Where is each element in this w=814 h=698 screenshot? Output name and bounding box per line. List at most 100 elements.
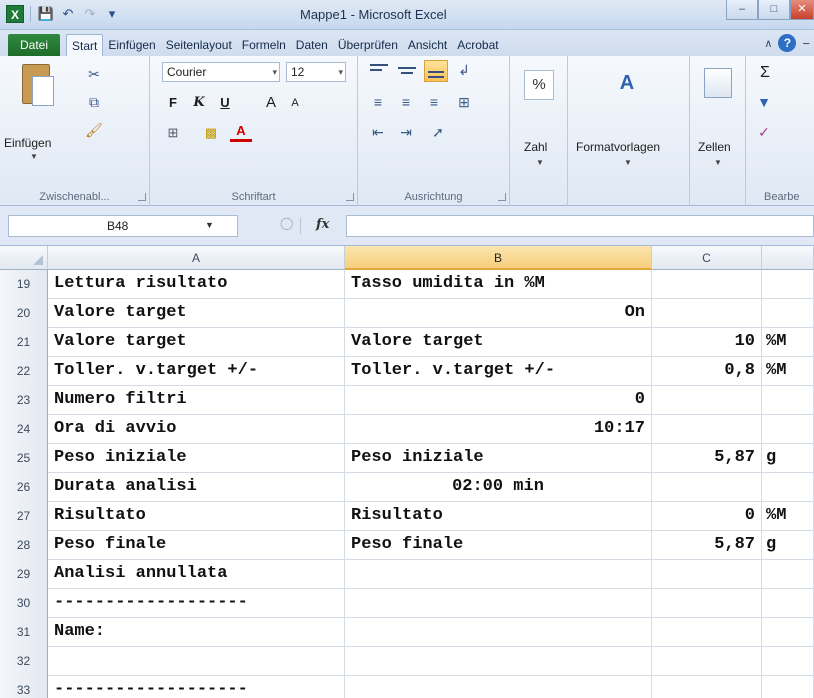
cells-dropdown-icon[interactable]: ▼: [714, 158, 722, 167]
insert-function-button[interactable]: fx: [316, 217, 329, 232]
cell-b[interactable]: Toller. v.target +/-: [345, 357, 652, 385]
row-header[interactable]: 20: [0, 299, 48, 328]
tab-7[interactable]: Ansicht: [403, 34, 452, 56]
wrap-text-icon[interactable]: ↲: [454, 60, 474, 80]
cell-c[interactable]: 5,87: [652, 444, 762, 472]
fill-icon[interactable]: ▼: [754, 92, 774, 112]
cells-group[interactable]: Zellen ▼: [690, 56, 746, 206]
cell-b[interactable]: 0: [345, 386, 652, 414]
row-header[interactable]: 27: [0, 502, 48, 531]
font-size-dropdown-icon[interactable]: ▾: [338, 63, 343, 81]
cell-c[interactable]: [652, 415, 762, 443]
format-painter-icon[interactable]: 🖌: [84, 120, 104, 140]
copy-icon[interactable]: ⧉: [84, 92, 104, 112]
cell-d[interactable]: [762, 270, 814, 298]
cell-b[interactable]: Valore target: [345, 328, 652, 356]
help-icon[interactable]: ?: [778, 34, 797, 52]
italic-button[interactable]: K: [188, 92, 210, 114]
alignment-launcher-icon[interactable]: [498, 193, 506, 201]
autosum-button[interactable]: Σ: [754, 62, 776, 84]
orientation-icon[interactable]: ➚: [428, 122, 448, 142]
borders-icon[interactable]: ⊞: [162, 122, 184, 144]
cell-c[interactable]: [652, 647, 762, 675]
styles-button[interactable]: Formatvorlagen: [576, 140, 660, 154]
row-header[interactable]: 21: [0, 328, 48, 357]
paste-dropdown-icon[interactable]: ▼: [30, 152, 38, 161]
cell-b[interactable]: [345, 589, 652, 617]
font-size-combo[interactable]: 12 ▾: [286, 62, 346, 82]
cell-c[interactable]: [652, 473, 762, 501]
name-box-dropdown-icon[interactable]: ▼: [205, 220, 214, 230]
customize-qat-icon[interactable]: ▾: [103, 5, 121, 23]
tab-3[interactable]: Seitenlayout: [161, 34, 237, 56]
align-center-icon[interactable]: ≡: [396, 92, 416, 112]
align-right-icon[interactable]: ≡: [424, 92, 444, 112]
tab-8[interactable]: Acrobat: [452, 34, 503, 56]
cell-b[interactable]: Peso iniziale: [345, 444, 652, 472]
cell-b[interactable]: Peso finale: [345, 531, 652, 559]
cell-a[interactable]: Valore target: [48, 299, 345, 327]
cell-b[interactable]: Tasso umidita in %M: [345, 270, 652, 298]
font-name-dropdown-icon[interactable]: ▾: [272, 63, 277, 81]
minimize-button[interactable]: –: [726, 0, 758, 20]
cell-a[interactable]: Lettura risultato: [48, 270, 345, 298]
window-minimize-icon[interactable]: −: [802, 36, 810, 51]
cell-b[interactable]: [345, 647, 652, 675]
column-header-1[interactable]: A: [48, 246, 345, 270]
align-bottom-button[interactable]: [424, 60, 448, 82]
cell-c[interactable]: 5,87: [652, 531, 762, 559]
row-header[interactable]: 32: [0, 647, 48, 676]
decrease-indent-icon[interactable]: ⇤: [368, 122, 388, 142]
cell-c[interactable]: [652, 676, 762, 698]
cut-icon[interactable]: ✂: [84, 64, 104, 84]
cell-d[interactable]: [762, 676, 814, 698]
tab-6[interactable]: Überprüfen: [333, 34, 403, 56]
cell-c[interactable]: [652, 618, 762, 646]
row-header[interactable]: 29: [0, 560, 48, 589]
tab-2[interactable]: Einfügen: [103, 34, 160, 56]
cell-d[interactable]: %M: [762, 357, 814, 385]
formula-input[interactable]: [346, 215, 814, 237]
row-header[interactable]: 28: [0, 531, 48, 560]
cell-a[interactable]: [48, 647, 345, 675]
redo-icon[interactable]: ↷: [81, 5, 99, 23]
cell-a[interactable]: Numero filtri: [48, 386, 345, 414]
clear-icon[interactable]: ✓: [754, 122, 774, 142]
shrink-font-button[interactable]: A: [284, 92, 306, 114]
font-name-combo[interactable]: Courier ▾: [162, 62, 280, 82]
fill-color-icon[interactable]: ▩: [200, 122, 222, 144]
cell-c[interactable]: 0: [652, 502, 762, 530]
cell-a[interactable]: Ora di avvio: [48, 415, 345, 443]
number-group[interactable]: % Zahl ▼: [510, 56, 568, 206]
cell-c[interactable]: [652, 560, 762, 588]
cells-button[interactable]: Zellen: [698, 140, 731, 154]
save-icon[interactable]: 💾: [37, 5, 55, 23]
cell-d[interactable]: [762, 618, 814, 646]
undo-icon[interactable]: ↶: [59, 5, 77, 23]
cell-a[interactable]: Peso iniziale: [48, 444, 345, 472]
cell-b[interactable]: [345, 676, 652, 698]
cell-a[interactable]: Analisi annullata: [48, 560, 345, 588]
styles-dropdown-icon[interactable]: ▼: [624, 158, 632, 167]
select-all-corner[interactable]: [0, 246, 48, 270]
cell-d[interactable]: [762, 647, 814, 675]
cell-c[interactable]: 0,8: [652, 357, 762, 385]
cell-c[interactable]: [652, 386, 762, 414]
paste-button[interactable]: Einfügen: [4, 136, 51, 150]
row-header[interactable]: 23: [0, 386, 48, 415]
cell-d[interactable]: g: [762, 531, 814, 559]
cell-b[interactable]: On: [345, 299, 652, 327]
cell-a[interactable]: Toller. v.target +/-: [48, 357, 345, 385]
row-header[interactable]: 33: [0, 676, 48, 698]
cell-d[interactable]: g: [762, 444, 814, 472]
bold-button[interactable]: F: [162, 92, 184, 114]
tab-4[interactable]: Formeln: [237, 34, 291, 56]
cell-c[interactable]: 10: [652, 328, 762, 356]
align-left-icon[interactable]: ≡: [368, 92, 388, 112]
number-button[interactable]: Zahl: [524, 140, 547, 154]
grow-font-button[interactable]: A: [260, 92, 282, 114]
cell-a[interactable]: -------------------: [48, 589, 345, 617]
cell-a[interactable]: -------------------: [48, 676, 345, 698]
cell-d[interactable]: %M: [762, 328, 814, 356]
clipboard-launcher-icon[interactable]: [138, 193, 146, 201]
